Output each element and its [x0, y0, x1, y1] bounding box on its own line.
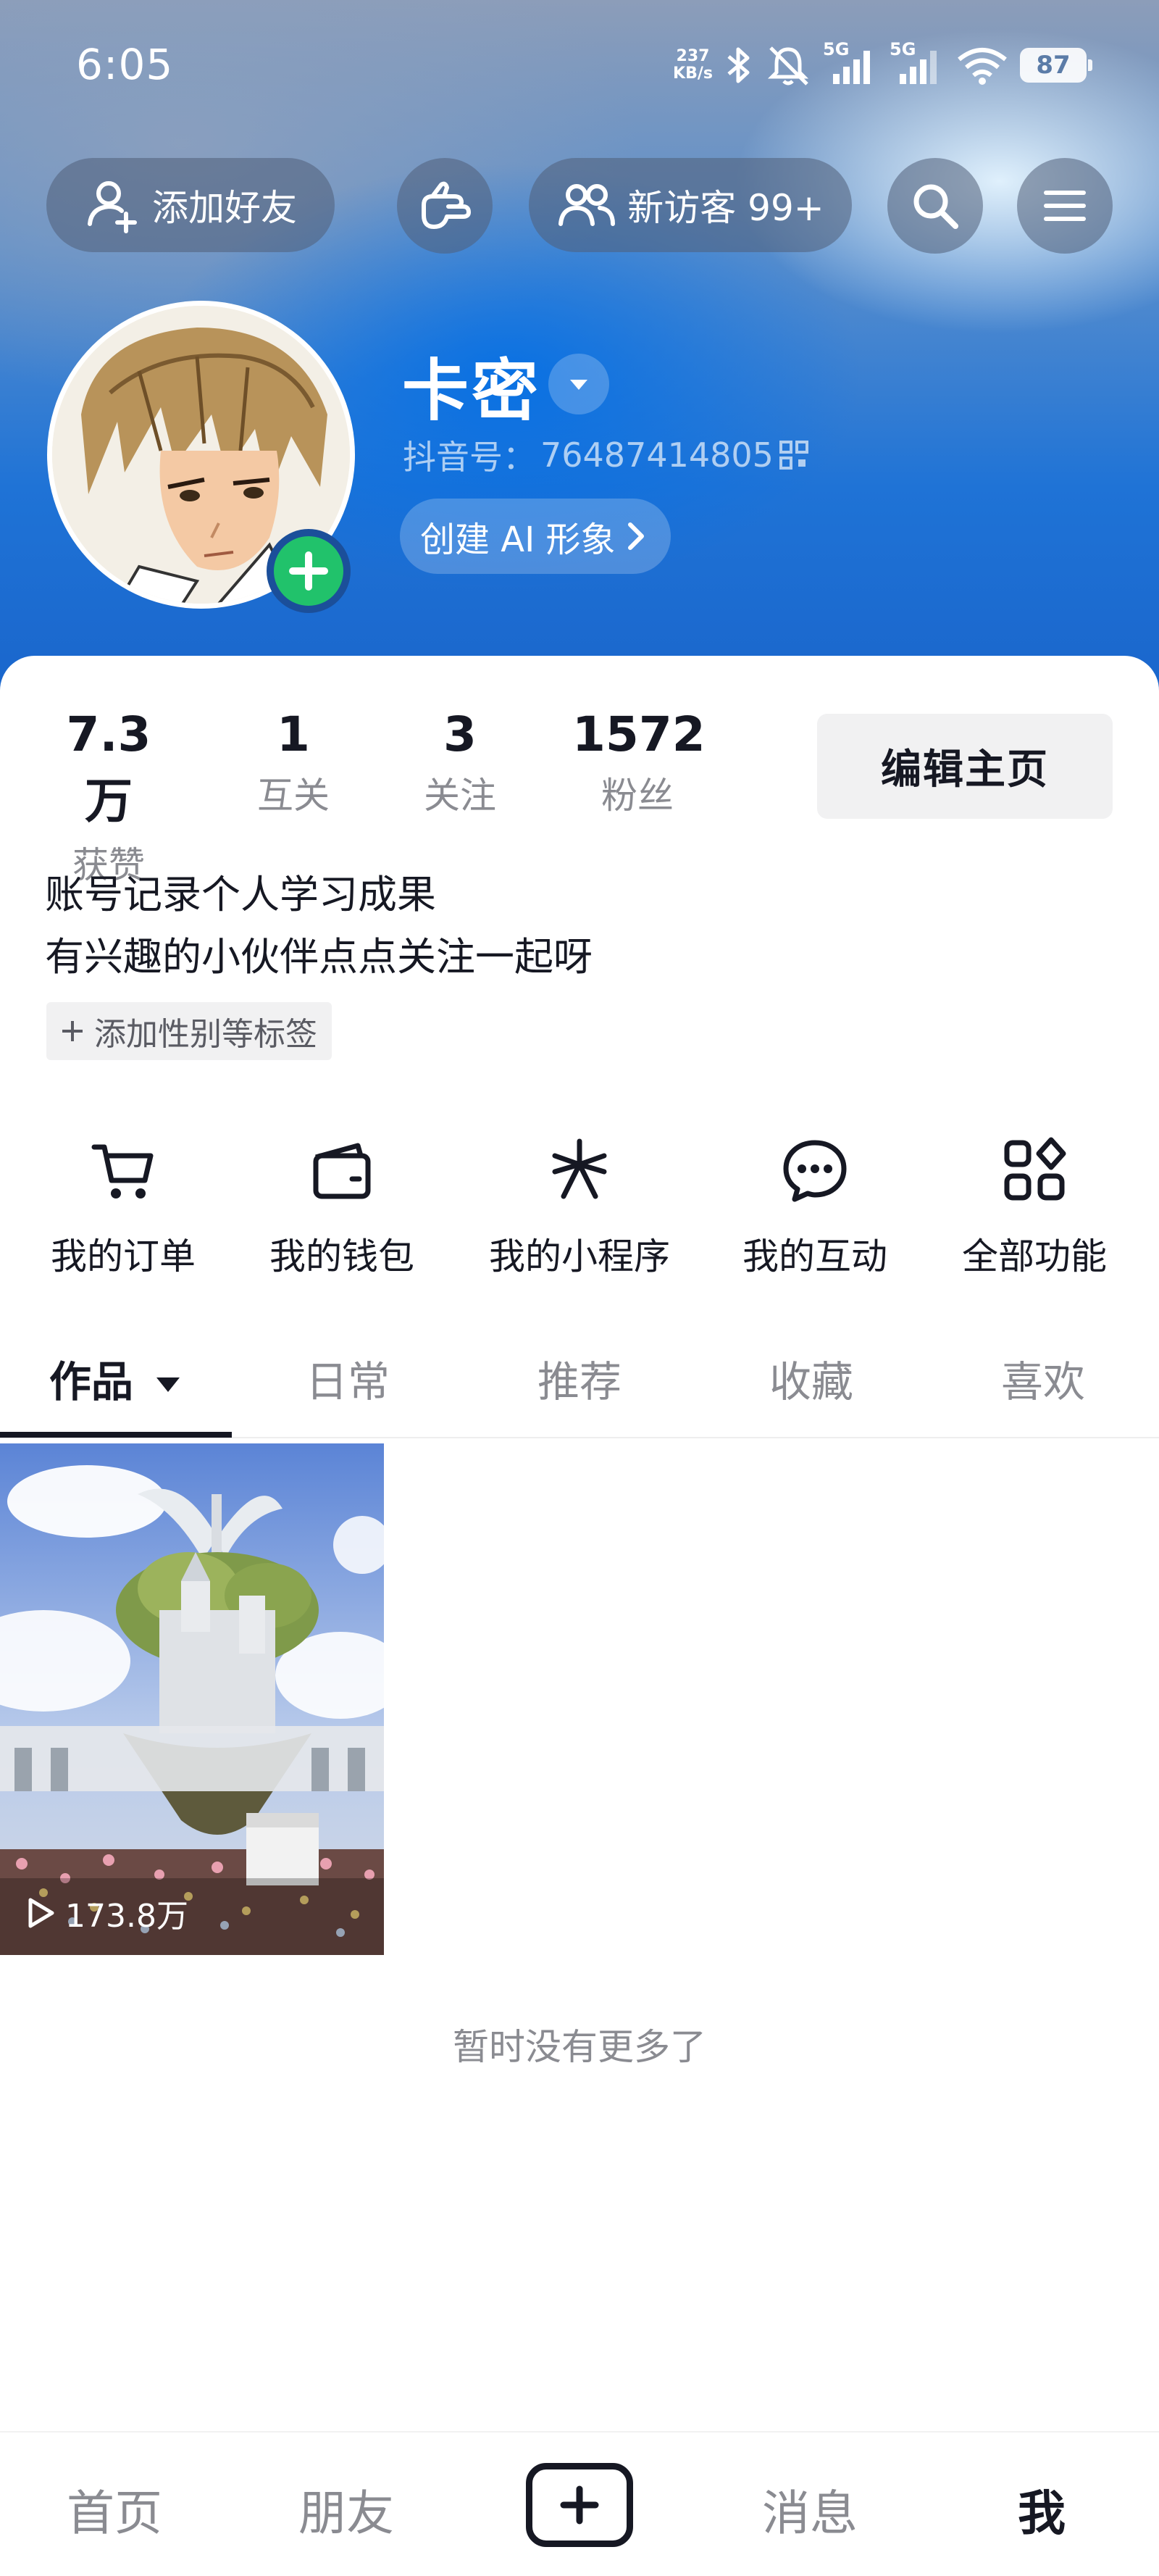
play-icon	[28, 1898, 54, 1928]
account-switch-button[interactable]	[548, 354, 609, 414]
signal-1: 5G	[823, 39, 878, 87]
new-visitors-button[interactable]: 新访客 99+	[529, 158, 852, 252]
floating-castle-thumbnail	[0, 1443, 384, 1955]
tab-label: 作品	[49, 1357, 133, 1406]
tab-daily[interactable]: 日常	[232, 1348, 464, 1409]
plus-icon	[289, 551, 328, 591]
status-bar: 6:05 237 KB/s 5G 5G 87	[0, 0, 1159, 138]
video-play-count: 173.8万	[22, 1890, 188, 1936]
search-icon	[913, 184, 958, 229]
stat-likes[interactable]: 7.3万 获赞	[43, 706, 174, 888]
feature-my-wallet[interactable]: 我的钱包	[233, 1130, 451, 1280]
tab-likes[interactable]: 喜欢	[927, 1348, 1159, 1409]
no-more-content-text: 暂时没有更多了	[453, 2026, 706, 2068]
net-speed-value: 237	[676, 47, 710, 65]
nav-me[interactable]: 我	[955, 2475, 1129, 2544]
nav-home[interactable]: 首页	[28, 2475, 201, 2544]
hand-icon	[422, 181, 471, 229]
plus-icon	[560, 2485, 599, 2525]
stat-mutual[interactable]: 1 互关	[239, 706, 348, 819]
feature-label: 我的订单	[51, 1235, 196, 1277]
stat-label: 粉丝	[601, 775, 674, 817]
feature-label: 我的钱包	[269, 1235, 414, 1277]
visitors-icon	[558, 184, 616, 226]
feature-label: 全部功能	[962, 1235, 1107, 1277]
hamburger-menu-icon	[1044, 191, 1086, 221]
signal-bars-icon	[900, 51, 937, 84]
top-action-row: 添加好友 新访客 99+	[0, 158, 1159, 254]
grid-icon	[1004, 1137, 1066, 1201]
bio-line-2: 有兴趣的小伙伴点点关注一起呀	[45, 934, 593, 980]
stat-value: 1	[277, 706, 310, 762]
nav-messages[interactable]: 消息	[723, 2475, 897, 2544]
bio-line-1: 账号记录个人学习成果	[45, 872, 436, 917]
visitors-label: 新访客 99+	[627, 187, 824, 229]
feature-all-functions[interactable]: 全部功能	[926, 1130, 1143, 1280]
signal-2: 5G	[890, 39, 945, 87]
add-tags-button[interactable]: 添加性别等标签	[46, 1002, 332, 1060]
mute-bell-icon	[767, 46, 809, 86]
battery-indicator: 87	[1020, 48, 1092, 83]
feature-label: 我的互动	[742, 1235, 887, 1277]
stat-following[interactable]: 3 关注	[406, 706, 514, 819]
feature-label: 我的小程序	[489, 1235, 670, 1277]
qr-code-icon	[779, 441, 808, 470]
cart-icon	[91, 1144, 154, 1199]
gesture-button[interactable]	[397, 158, 493, 254]
profile-name: 卡密	[402, 352, 542, 430]
douyin-id-value: 76487414805	[540, 435, 774, 475]
net-speed-unit: KB/s	[673, 64, 713, 83]
net-speed: 237 KB/s	[673, 48, 713, 83]
add-user-icon	[88, 181, 137, 233]
tab-recommended[interactable]: 推荐	[464, 1348, 695, 1409]
wallet-icon	[313, 1143, 371, 1199]
feature-my-mini-programs[interactable]: 我的小程序	[471, 1130, 688, 1280]
chat-icon	[783, 1140, 847, 1202]
stat-label: 关注	[424, 775, 496, 817]
nav-friends[interactable]: 朋友	[259, 2475, 433, 2544]
search-button[interactable]	[887, 158, 983, 254]
active-tab-indicator	[0, 1432, 232, 1438]
stat-followers[interactable]: 1572 粉丝	[572, 706, 706, 819]
plus-icon	[62, 1021, 83, 1041]
status-icons: 237 KB/s 5G 5G 87	[673, 39, 1092, 91]
douyin-id-label: 抖音号：	[403, 438, 536, 477]
stat-label: 互关	[257, 775, 330, 817]
add-friend-label: 添加好友	[152, 187, 297, 229]
nav-create-button[interactable]	[526, 2463, 633, 2547]
create-ai-avatar-label: 创建 AI 形象	[420, 520, 616, 560]
bottom-navigation: 首页 朋友 消息 我	[0, 2431, 1159, 2576]
play-count-value: 173.8万	[65, 1898, 188, 1935]
caret-down-icon	[156, 1377, 180, 1392]
mini-program-icon	[552, 1138, 607, 1199]
stat-value: 3	[443, 706, 477, 762]
chevron-right-icon	[627, 522, 644, 550]
stat-value: 7.3万	[66, 706, 151, 829]
feature-my-interactions[interactable]: 我的互动	[706, 1130, 924, 1280]
bio: 账号记录个人学习成果 有兴趣的小伙伴点点关注一起呀	[45, 864, 593, 988]
stat-value: 1572	[572, 706, 706, 762]
video-thumbnail[interactable]	[0, 1443, 384, 1955]
menu-button[interactable]	[1017, 158, 1113, 254]
create-ai-avatar-button[interactable]: 创建 AI 形象	[400, 499, 671, 574]
bluetooth-icon	[727, 47, 750, 83]
add-avatar-button[interactable]	[267, 529, 351, 613]
tab-favorites[interactable]: 收藏	[695, 1348, 927, 1409]
add-friend-button[interactable]: 添加好友	[46, 158, 335, 252]
tab-works[interactable]: 作品	[0, 1348, 232, 1409]
status-time: 6:05	[76, 40, 174, 89]
add-tags-label: 添加性别等标签	[94, 1016, 317, 1053]
content-tabs: 作品 日常 推荐 收藏 喜欢	[0, 1333, 1159, 1438]
edit-profile-button[interactable]: 编辑主页	[817, 714, 1113, 819]
douyin-id[interactable]: 抖音号： 76487414805	[403, 431, 810, 479]
chevron-down-icon	[570, 380, 587, 390]
feature-my-orders[interactable]: 我的订单	[14, 1130, 232, 1280]
wifi-icon	[958, 48, 1007, 85]
signal-bars-icon	[833, 51, 870, 84]
